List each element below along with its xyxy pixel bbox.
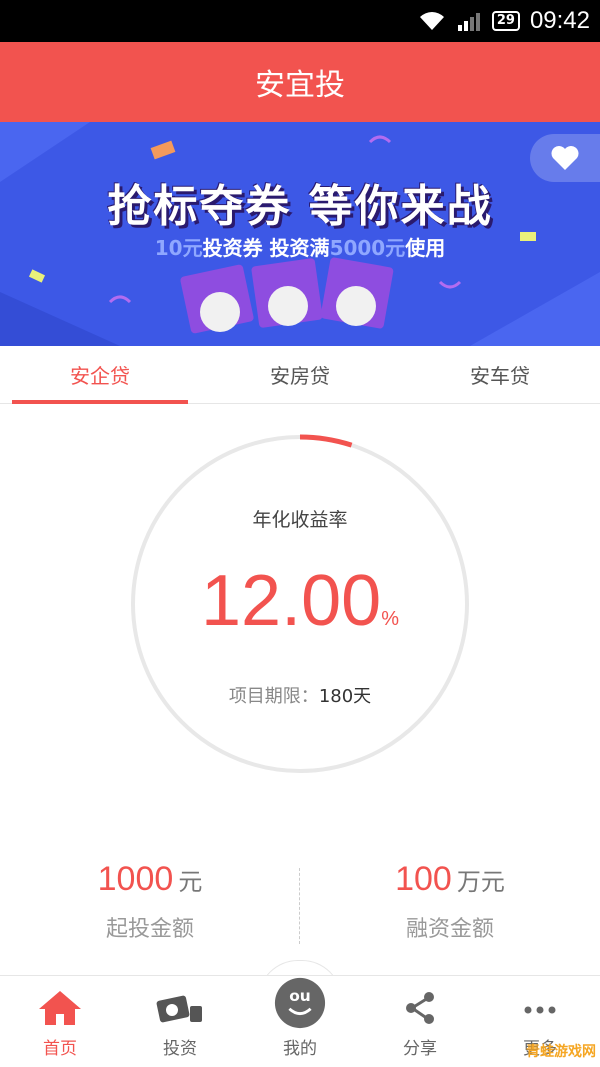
nav-share[interactable]: 分享 xyxy=(360,976,480,1067)
project-term: 项目期限：180天 xyxy=(0,682,600,708)
product-tabs: 安企贷 安房贷 安车贷 xyxy=(0,346,600,404)
invest-icon xyxy=(156,995,202,1023)
money-hand-icon-2 xyxy=(251,258,323,328)
stats-divider xyxy=(299,868,300,944)
nav-label: 首页 xyxy=(43,1039,77,1059)
financing-unit: 万元 xyxy=(456,868,505,896)
tab-label: 安企贷 xyxy=(70,364,130,388)
signal-icon xyxy=(457,13,480,31)
banner-sub-text-2: 使用 xyxy=(405,236,446,260)
money-hand-icon-3 xyxy=(320,257,394,329)
clock: 09:42 xyxy=(529,7,590,34)
min-investment-amount: 1000 xyxy=(97,860,174,898)
tab-car-loan[interactable]: 安车贷 xyxy=(400,346,600,403)
nav-home[interactable]: 首页 xyxy=(0,976,120,1067)
watermark-logo: 青蛙游戏网 xyxy=(526,1044,596,1060)
min-investment-unit: 元 xyxy=(178,868,203,896)
money-hand-icon-1 xyxy=(180,264,254,334)
nav-label: 投资 xyxy=(163,1039,197,1059)
promo-banner[interactable]: 抢标夺券 等你来战 10元投资券 投资满5000元使用 xyxy=(0,122,600,346)
loan-stats: 1000 元 起投金额 100 万元 融资金额 xyxy=(0,860,600,960)
nav-label: 分享 xyxy=(403,1039,437,1059)
min-investment-stat: 1000 元 起投金额 xyxy=(0,860,300,960)
banner-title: 抢标夺券 等你来战 xyxy=(107,181,493,232)
min-investment-label: 起投金额 xyxy=(105,917,194,942)
banner-sub-text-1: 投资券 投资满 xyxy=(202,236,330,260)
home-icon xyxy=(39,991,81,1025)
nav-profile[interactable]: ou 我的 xyxy=(240,976,360,1067)
tab-label: 安车贷 xyxy=(470,364,530,388)
rate-unit: % xyxy=(381,608,399,630)
tab-house-loan[interactable]: 安房贷 xyxy=(200,346,400,403)
app-header: 安宜投 xyxy=(0,42,600,122)
financing-amount-label: 融资金额 xyxy=(405,917,494,942)
tab-enterprise-loan[interactable]: 安企贷 xyxy=(0,346,200,404)
favorite-button[interactable] xyxy=(530,134,600,182)
profile-icon: ou xyxy=(274,977,326,1029)
annual-rate-value: 12.00% xyxy=(0,560,600,642)
page-title: 安宜投 xyxy=(255,68,345,103)
tab-label: 安房贷 xyxy=(270,364,330,388)
financing-amount: 100 xyxy=(395,860,452,898)
banner-coupon-amount: 10元 xyxy=(154,236,203,260)
svg-text:ou: ou xyxy=(289,987,311,1005)
battery-indicator: 29 xyxy=(491,11,520,31)
term-value: 180天 xyxy=(318,686,372,707)
bottom-nav: 首页 投资 ou 我的 分享 更多 xyxy=(0,975,600,1067)
status-bar: 29 09:42 xyxy=(0,0,600,42)
share-icon xyxy=(406,992,434,1024)
nav-invest[interactable]: 投资 xyxy=(120,976,240,1067)
banner-threshold: 5000元 xyxy=(329,236,406,260)
more-icon xyxy=(524,1006,556,1014)
nav-label: 我的 xyxy=(283,1039,317,1059)
annual-rate-label: 年化收益率 xyxy=(252,509,348,531)
banner-subtitle: 10元投资券 投资满5000元使用 xyxy=(0,232,600,261)
wifi-icon xyxy=(419,12,444,30)
financing-amount-stat: 100 万元 融资金额 xyxy=(300,860,600,960)
rate-number: 12.00 xyxy=(201,561,382,641)
term-label: 项目期限： xyxy=(228,686,319,707)
heart-icon xyxy=(551,146,579,170)
